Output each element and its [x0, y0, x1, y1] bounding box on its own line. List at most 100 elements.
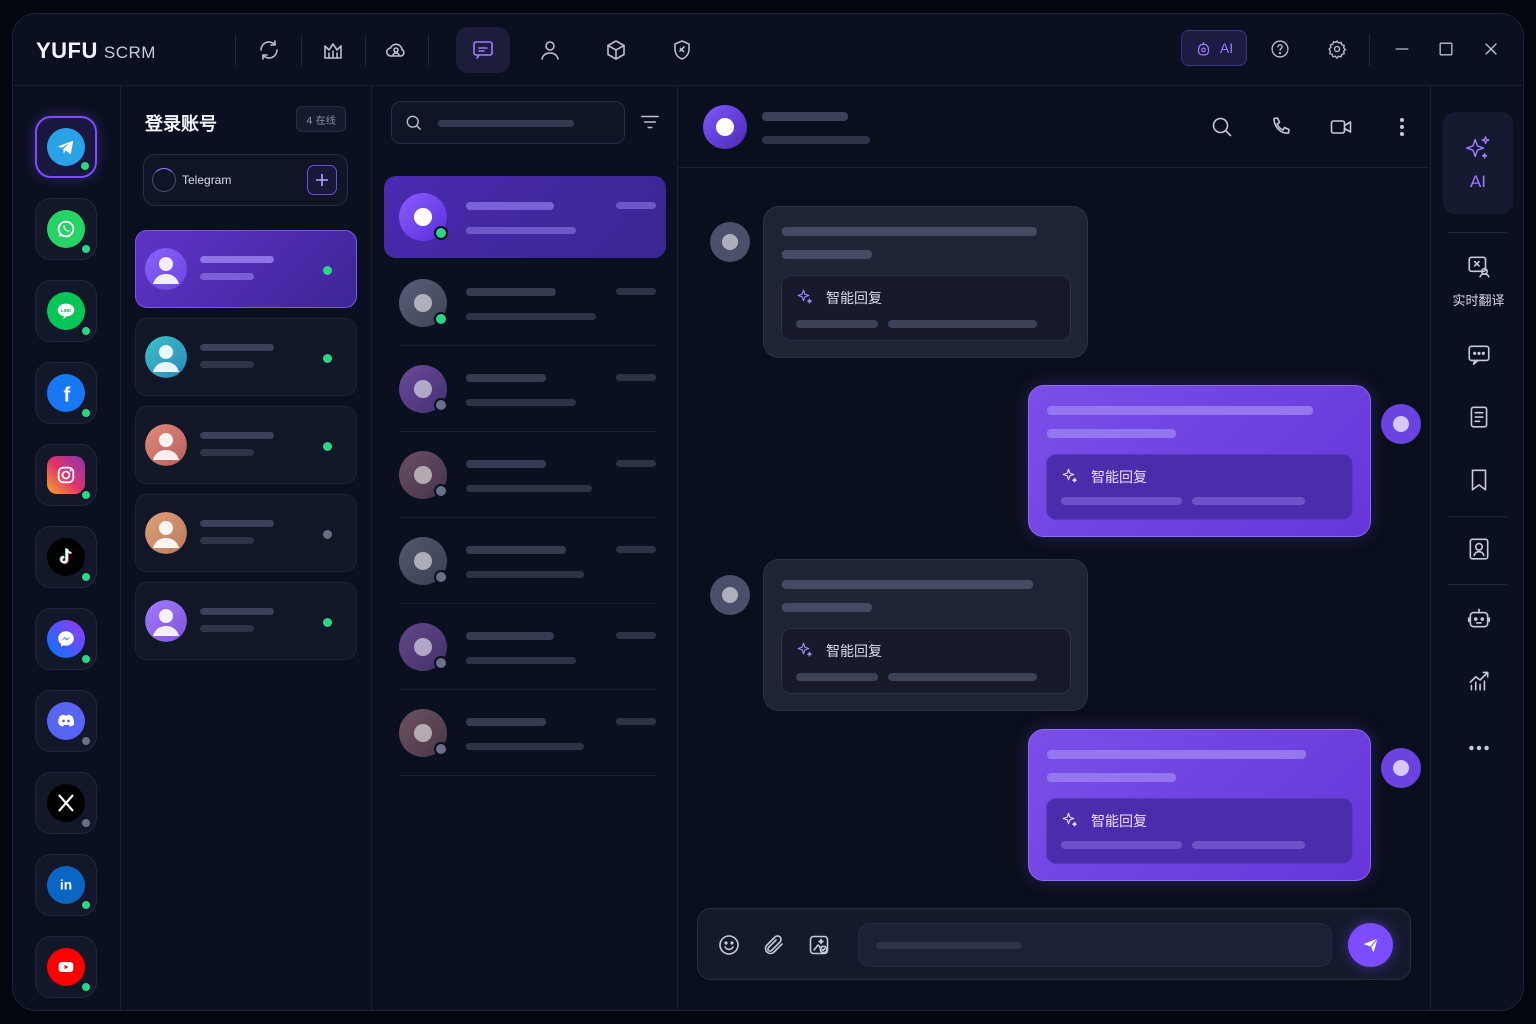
contacts-cloud-icon — [385, 43, 405, 57]
toolbar-chat-button[interactable] — [456, 27, 510, 73]
conversation-preview-skeleton — [466, 227, 576, 234]
conversation-row[interactable] — [384, 520, 666, 604]
conversation-row[interactable] — [384, 434, 666, 518]
conversation-row[interactable] — [384, 348, 666, 432]
conversation-status-dot — [434, 312, 448, 326]
conversation-row[interactable] — [384, 692, 666, 776]
smart-reply-card[interactable]: 智能回复 — [1046, 798, 1353, 864]
message-text-skeleton — [1047, 773, 1176, 782]
voice-call-button[interactable] — [1268, 114, 1294, 140]
conversation-row[interactable] — [384, 262, 666, 346]
account-card[interactable] — [135, 582, 357, 660]
bookmark-tool-button[interactable] — [1431, 467, 1523, 493]
attach-button[interactable] — [760, 931, 788, 959]
toolbar-sync-button[interactable] — [242, 27, 296, 73]
account-card[interactable] — [135, 318, 357, 396]
conversation-row[interactable] — [384, 176, 666, 258]
ai-bot-icon — [1197, 41, 1209, 55]
smart-reply-card[interactable]: 智能回复 — [781, 628, 1071, 694]
platform-youtube[interactable] — [35, 936, 97, 998]
more-horizontal-icon — [1468, 745, 1489, 751]
discord-icon — [47, 702, 85, 740]
toolbar-analytics-button[interactable] — [306, 27, 360, 73]
message-text-skeleton — [782, 227, 1037, 236]
message-bubble-outgoing[interactable]: 智能回复 — [1028, 385, 1371, 537]
account-card[interactable] — [135, 406, 357, 484]
platform-line[interactable]: LINE — [35, 280, 97, 342]
platform-messenger[interactable] — [35, 608, 97, 670]
conversation-name-skeleton — [466, 718, 546, 726]
send-button[interactable] — [1348, 923, 1393, 967]
chat-more-button[interactable] — [1389, 114, 1415, 140]
message-sender-avatar[interactable] — [710, 575, 750, 615]
account-platform-selector[interactable]: Telegram — [143, 154, 348, 206]
emoji-button[interactable] — [715, 931, 743, 959]
toolbar-security-button[interactable] — [655, 27, 709, 73]
translate-tool-button[interactable]: 实时翻译 — [1431, 254, 1523, 309]
platform-x[interactable] — [35, 772, 97, 834]
account-card[interactable] — [135, 494, 357, 572]
add-account-button[interactable] — [307, 165, 337, 195]
message-self-avatar[interactable] — [1381, 748, 1421, 788]
sparkle-icon — [796, 641, 814, 659]
smart-reply-skeleton — [1192, 841, 1305, 849]
message-bubble-incoming[interactable]: 智能回复 — [763, 206, 1088, 358]
message-sender-avatar[interactable] — [710, 222, 750, 262]
stats-tool-button[interactable] — [1431, 667, 1523, 693]
maximize-button[interactable] — [1433, 36, 1459, 62]
platform-telegram[interactable] — [35, 116, 97, 178]
avatar-placeholder — [414, 380, 432, 398]
ai-tool-button[interactable]: AI — [1443, 112, 1513, 214]
notes-tool-button[interactable] — [1431, 404, 1523, 430]
platform-whatsapp[interactable] — [35, 198, 97, 260]
titlebar: YUFU SCRM AI — [13, 14, 1523, 86]
accounts-panel: 登录账号 4 在线 Telegram — [121, 86, 372, 1010]
platform-tiktok[interactable] — [35, 526, 97, 588]
help-button[interactable] — [1267, 36, 1293, 62]
filter-button[interactable] — [638, 110, 662, 134]
chat-icon — [473, 41, 493, 59]
filter-icon — [641, 115, 659, 129]
message-text-skeleton — [1047, 406, 1313, 415]
settings-button[interactable] — [1324, 36, 1350, 62]
ai-image-button[interactable] — [805, 931, 833, 959]
more-tools-button[interactable] — [1431, 735, 1523, 761]
smart-reply-card[interactable]: 智能回复 — [1046, 454, 1353, 520]
tool-divider — [1447, 584, 1507, 585]
minimize-button[interactable] — [1389, 36, 1415, 62]
bot-tool-button[interactable] — [1431, 605, 1523, 631]
avatar-placeholder — [722, 234, 738, 250]
toolbar-user-button[interactable] — [523, 27, 577, 73]
video-call-button[interactable] — [1328, 114, 1354, 140]
smart-reply-skeleton — [888, 320, 1037, 328]
platform-linkedin[interactable]: in — [35, 854, 97, 916]
smart-reply-skeleton — [796, 320, 878, 328]
conversation-search[interactable] — [391, 101, 625, 144]
toolbar-cube-button[interactable] — [589, 27, 643, 73]
conversation-list-panel — [372, 86, 678, 1010]
platform-status-dot — [80, 981, 92, 993]
account-card[interactable] — [135, 230, 357, 308]
platform-facebook[interactable]: f — [35, 362, 97, 424]
account-avatar — [145, 248, 187, 290]
platform-instagram[interactable] — [35, 444, 97, 506]
toolbar-contacts-button[interactable] — [369, 27, 423, 73]
chat-search-button[interactable] — [1209, 114, 1235, 140]
smart-reply-card[interactable]: 智能回复 — [781, 275, 1071, 341]
minimize-icon — [1395, 48, 1409, 50]
quick-reply-tool-button[interactable] — [1431, 342, 1523, 368]
message-self-avatar[interactable] — [1381, 404, 1421, 444]
contact-avatar[interactable] — [703, 105, 747, 149]
close-button[interactable] — [1478, 36, 1504, 62]
conversation-row[interactable] — [384, 606, 666, 690]
gear-icon — [1328, 40, 1347, 59]
account-status-dot — [323, 266, 332, 275]
smart-reply-label: 智能回复 — [826, 644, 882, 660]
user-avatar-icon — [145, 600, 187, 642]
plus-icon — [316, 174, 328, 186]
platform-discord[interactable] — [35, 690, 97, 752]
contact-card-tool-button[interactable] — [1431, 536, 1523, 562]
message-bubble-incoming[interactable]: 智能回复 — [763, 559, 1088, 711]
message-bubble-outgoing[interactable]: 智能回复 — [1028, 729, 1371, 881]
ai-assistant-button[interactable]: AI — [1181, 30, 1247, 66]
